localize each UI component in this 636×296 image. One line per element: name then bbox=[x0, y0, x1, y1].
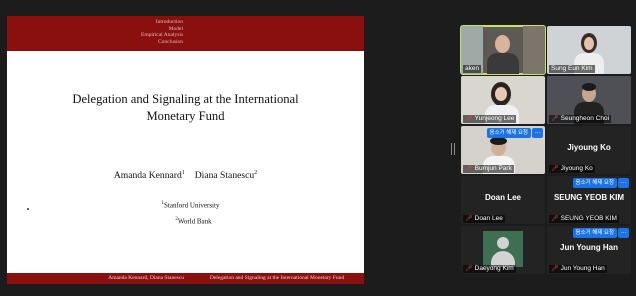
participant-name-text: Seungheon Choi bbox=[560, 115, 610, 122]
participant-name: 🎤︎ SEUNG YEOB KIM bbox=[549, 215, 619, 223]
muted-mic-icon: 🎤︎ bbox=[465, 166, 473, 172]
participant-name: 🎤︎ Jiyoung Ko bbox=[549, 165, 595, 173]
more-options-button[interactable]: ... bbox=[532, 128, 543, 138]
footer-title: Delegation and Signaling at the Internat… bbox=[209, 275, 345, 281]
participant-name-text: Jiyoung Ko bbox=[560, 165, 593, 172]
affiliation-1: 1Stanford University bbox=[7, 201, 364, 209]
participant-name-text: Bumjun Park bbox=[474, 165, 512, 172]
muted-mic-icon: 🎤︎ bbox=[551, 166, 559, 172]
participant-tile-jiyoung-ko[interactable]: Jiyoung Ko 🎤︎ Jiyoung Ko bbox=[547, 126, 631, 174]
affiliation-1-text: Stanford University bbox=[164, 201, 220, 210]
muted-mic-icon: 🎤︎ bbox=[551, 116, 559, 122]
unmute-request-button[interactable]: 음소거 해제 요청 bbox=[572, 178, 617, 188]
muted-mic-icon: 🎤︎ bbox=[551, 216, 559, 222]
participant-tile-jun-young-han[interactable]: 음소거 해제 요청 ... Jun Young Han 🎤︎ Jun Young … bbox=[547, 226, 631, 274]
participant-name: 🎤︎ Daeyong Kim bbox=[463, 265, 516, 273]
author-2: Diana Stanescu bbox=[194, 170, 255, 182]
participant-name: 🎤︎ Bumjun Park bbox=[463, 165, 514, 173]
unmute-request: 음소거 해제 요청 ... bbox=[486, 128, 543, 138]
split-view-handle[interactable] bbox=[451, 143, 455, 155]
participant-tile-seung-yeob-kim[interactable]: 음소거 해제 요청 ... SEUNG YEOB KIM 🎤︎ SEUNG YEO… bbox=[547, 176, 631, 224]
muted-mic-icon: 🎤︎ bbox=[465, 216, 473, 222]
participant-name: 🎤︎ Doan Lee bbox=[463, 215, 505, 223]
participant-name: 🎤︎ Jun Young Han bbox=[549, 265, 607, 273]
slide-footer: Amanda Kennard, Diana Stanescu Delegatio… bbox=[7, 273, 364, 284]
muted-mic-icon: 🎤︎ bbox=[465, 116, 473, 122]
participant-display-name: Jiyoung Ko bbox=[567, 143, 611, 152]
participant-display-name: SEUNG YEOB KIM bbox=[553, 193, 625, 202]
participant-tile-doan-lee[interactable]: Doan Lee 🎤︎ Doan Lee bbox=[461, 176, 545, 224]
slide-header: Introduction Model Empirical Analysis Co… bbox=[7, 16, 364, 51]
nav-item-model[interactable]: Model bbox=[7, 26, 183, 33]
nav-item-introduction[interactable]: Introduction bbox=[7, 19, 183, 26]
participant-tile-seungheon-choi[interactable]: 🎤︎ Seungheon Choi bbox=[547, 76, 631, 124]
participant-tile-aken[interactable]: aken bbox=[460, 25, 546, 75]
participant-tile-daeyong-kim[interactable]: 🎤︎ Daeyong Kim bbox=[461, 226, 545, 274]
participant-name-text: Yunjeong Lee bbox=[474, 115, 515, 122]
participant-name: 🎤︎ Seungheon Choi bbox=[549, 115, 612, 123]
participant-tile-bumjun-park[interactable]: 음소거 해제 요청 ... 🎤︎ Bumjun Park bbox=[461, 126, 545, 174]
participant-display-name: Doan Lee bbox=[484, 193, 521, 202]
affiliation-2-text: World Bank bbox=[177, 217, 212, 226]
participant-name: Sung Eun Kim bbox=[549, 65, 595, 73]
participant-name: 🎤︎ Yunjeong Lee bbox=[463, 115, 517, 123]
participant-tile-yunjeong-lee[interactable]: 🎤︎ Yunjeong Lee bbox=[461, 76, 545, 124]
slide-title-line-2: Monetary Fund bbox=[146, 109, 225, 123]
mouse-pointer bbox=[27, 208, 29, 210]
participant-name-text: Daeyong Kim bbox=[474, 265, 514, 272]
participant-tile-sung-eun-kim[interactable]: Sung Eun Kim bbox=[547, 26, 631, 74]
nav-item-conclusion[interactable]: Conclusion bbox=[7, 39, 183, 46]
footer-authors: Amanda Kennard, Diana Stanescu bbox=[108, 275, 184, 281]
muted-mic-icon: 🎤︎ bbox=[551, 266, 559, 272]
unmute-request: 음소거 해제 요청 ... bbox=[572, 178, 629, 188]
participant-display-name: Jun Young Han bbox=[560, 243, 618, 252]
person-icon bbox=[497, 237, 509, 249]
participant-name-text: Jun Young Han bbox=[560, 265, 605, 272]
more-options-button[interactable]: ... bbox=[618, 178, 629, 188]
unmute-request-button[interactable]: 음소거 해제 요청 bbox=[572, 228, 617, 238]
slide-authors: Amanda Kennard1 Diana Stanescu2 bbox=[7, 170, 364, 181]
author-2-mark: 2 bbox=[254, 170, 258, 176]
shared-screen-slide: Introduction Model Empirical Analysis Co… bbox=[7, 16, 364, 284]
participant-name-text: Doan Lee bbox=[474, 215, 503, 222]
unmute-request-button[interactable]: 음소거 해제 요청 bbox=[486, 128, 531, 138]
avatar bbox=[483, 231, 523, 267]
slide-title-line-1: Delegation and Signaling at the Internat… bbox=[72, 92, 299, 106]
affiliation-2: 2World Bank bbox=[7, 217, 364, 225]
more-options-button[interactable]: ... bbox=[618, 228, 629, 238]
author-1: Amanda Kennard bbox=[113, 170, 182, 182]
muted-mic-icon: 🎤︎ bbox=[465, 266, 473, 272]
nav-item-empirical-analysis[interactable]: Empirical Analysis bbox=[7, 32, 183, 39]
participant-name-text: SEUNG YEOB KIM bbox=[560, 215, 617, 222]
unmute-request: 음소거 해제 요청 ... bbox=[572, 228, 629, 238]
author-1-mark: 1 bbox=[181, 170, 185, 176]
slide-nav: Introduction Model Empirical Analysis Co… bbox=[7, 19, 183, 45]
slide-title: Delegation and Signaling at the Internat… bbox=[27, 91, 344, 125]
participant-name: aken bbox=[463, 65, 482, 73]
